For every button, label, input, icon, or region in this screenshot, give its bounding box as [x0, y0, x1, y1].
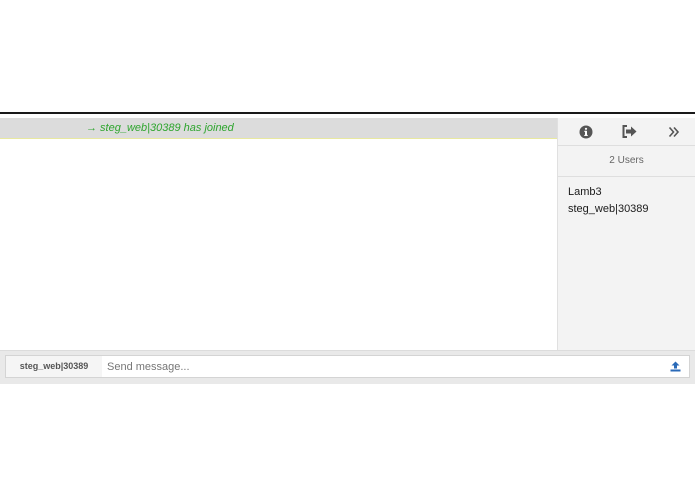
user-sidebar: 2 Users Lamb3 steg_web|30389: [557, 118, 695, 350]
sign-out-icon: [622, 125, 636, 138]
leave-channel-button[interactable]: [614, 118, 644, 145]
user-list-item[interactable]: Lamb3: [568, 184, 649, 201]
user-list-item[interactable]: steg_web|30389: [568, 201, 649, 218]
channel-info-button[interactable]: [571, 118, 601, 145]
collapse-sidebar-button[interactable]: [659, 118, 689, 145]
double-chevron-right-icon: [668, 126, 680, 137]
nickname-button[interactable]: steg_web|30389: [6, 356, 102, 377]
sidebar-toolbar: [558, 118, 695, 146]
join-notice: → steg_web|30389 has joined: [0, 118, 557, 139]
upload-button[interactable]: [662, 356, 689, 377]
input-container: steg_web|30389: [5, 355, 690, 378]
upload-icon: [670, 361, 681, 372]
message-input-bar: steg_web|30389: [0, 350, 695, 384]
chat-window: → steg_web|30389 has joined 2 Users Lamb…: [0, 112, 695, 384]
page: → steg_web|30389 has joined 2 Users Lamb…: [0, 0, 695, 494]
join-message: → steg_web|30389 has joined: [86, 122, 234, 134]
message-list: → steg_web|30389 has joined: [0, 114, 557, 350]
user-list: Lamb3 steg_web|30389: [568, 184, 649, 218]
user-count: 2 Users: [558, 146, 695, 177]
info-circle-icon: [579, 125, 593, 138]
message-input[interactable]: [102, 356, 658, 377]
